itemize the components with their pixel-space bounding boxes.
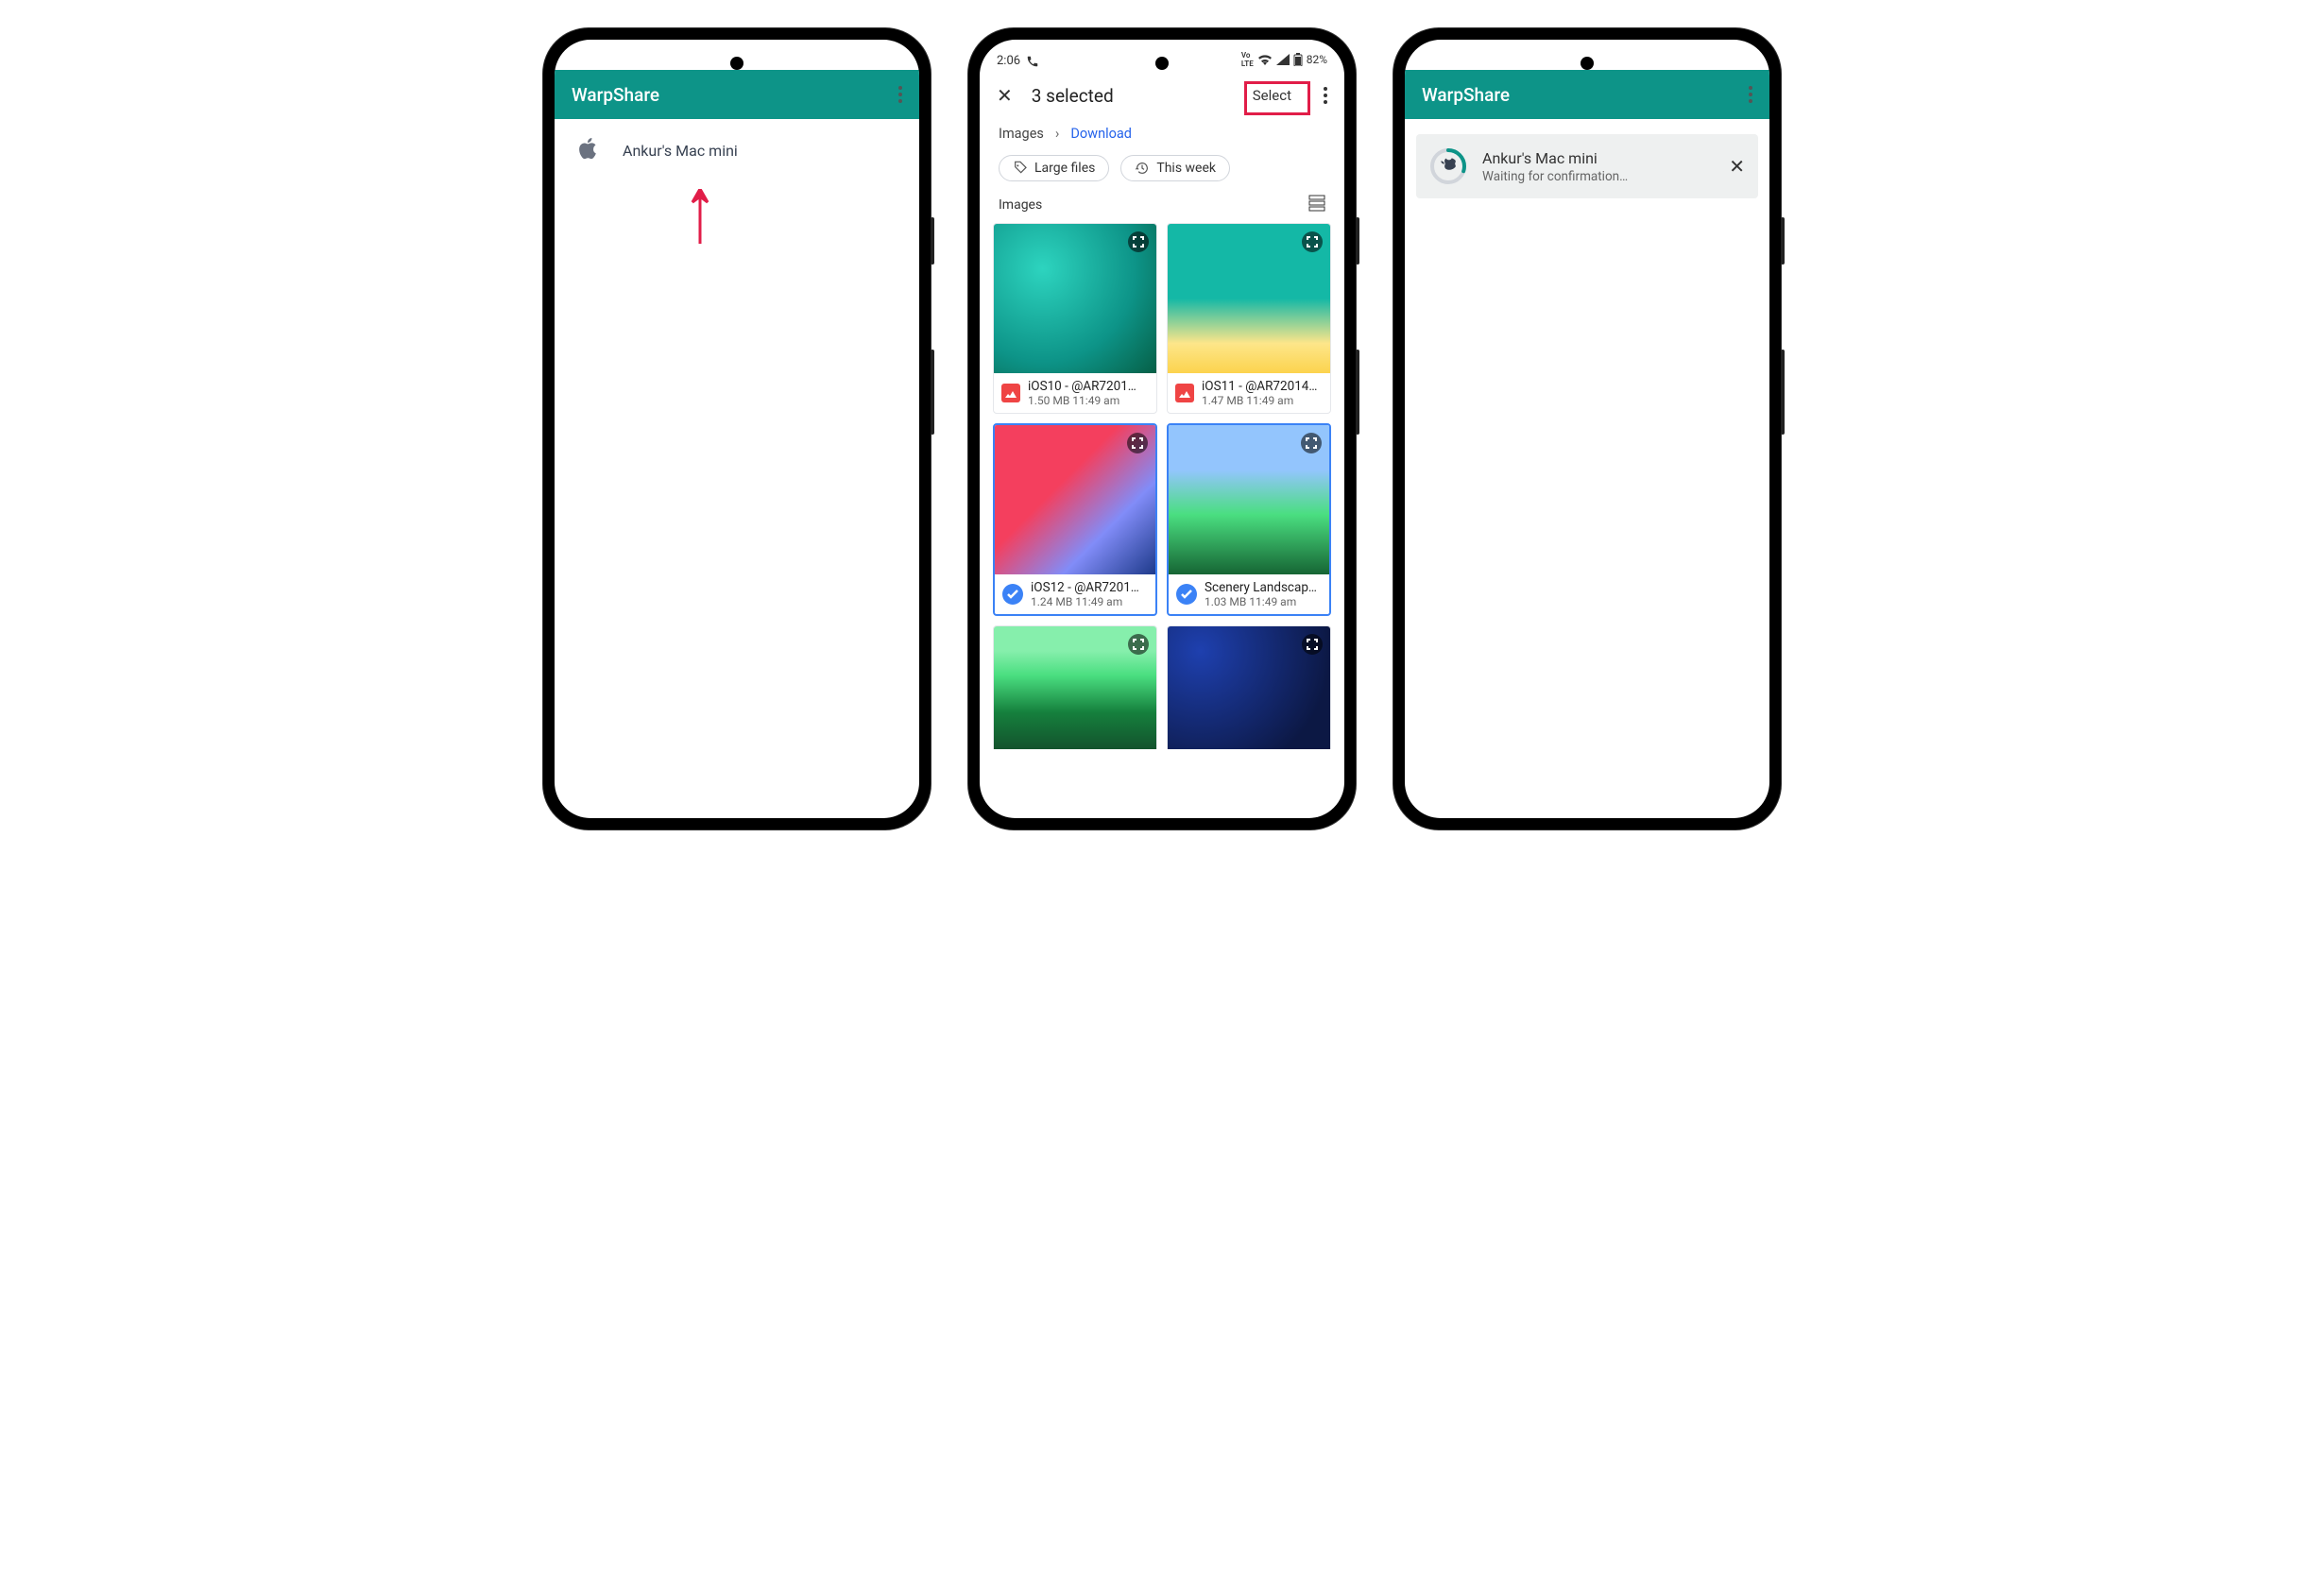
list-view-icon[interactable] <box>1308 195 1325 215</box>
signal-icon <box>1276 54 1290 65</box>
chip-label: This week <box>1156 161 1216 176</box>
file-meta: 1.24 MB 11:49 am <box>1031 595 1139 608</box>
chevron-right-icon: › <box>1055 125 1060 142</box>
transfer-device-name: Ankur's Mac mini <box>1482 149 1714 167</box>
app-title: WarpShare <box>572 84 898 106</box>
image-type-icon <box>1001 384 1020 402</box>
chip-large-files[interactable]: Large files <box>999 155 1109 181</box>
fullscreen-icon[interactable] <box>1128 231 1149 252</box>
volte-icon: VoLTE <box>1241 51 1254 68</box>
status-time: 2:06 <box>997 54 1020 68</box>
thumbnail <box>1169 425 1329 574</box>
file-name: iOS10 - @AR7201… <box>1028 379 1136 394</box>
annotation-highlight-box <box>1244 81 1310 115</box>
picker-title: 3 selected <box>1032 85 1224 107</box>
file-name: iOS11 - @AR72014… <box>1202 379 1317 394</box>
fullscreen-icon[interactable] <box>1301 433 1322 453</box>
device-row[interactable]: Ankur's Mac mini <box>555 119 919 181</box>
app-title: WarpShare <box>1422 84 1749 106</box>
image-card[interactable]: iOS10 - @AR7201… 1.50 MB 11:49 am <box>993 223 1157 414</box>
fullscreen-icon[interactable] <box>1302 634 1323 655</box>
warpshare-header: WarpShare <box>1405 70 1769 119</box>
history-icon <box>1135 161 1150 176</box>
transfer-status: Waiting for confirmation… <box>1482 169 1714 184</box>
thumbnail <box>994 626 1156 749</box>
image-type-icon <box>1175 384 1194 402</box>
phone-1: WarpShare Ankur's Mac mini <box>543 28 931 829</box>
file-name: Scenery Landscap… <box>1205 580 1317 595</box>
file-name: iOS12 - @AR7201… <box>1031 580 1139 595</box>
phone-2: 2:06 VoLTE 82% ✕ 3 selected Select Image… <box>968 28 1356 829</box>
chip-label: Large files <box>1034 161 1095 176</box>
close-icon[interactable]: ✕ <box>997 84 1013 107</box>
breadcrumb-root[interactable]: Images <box>999 126 1044 142</box>
more-icon[interactable] <box>1324 87 1327 104</box>
fullscreen-icon[interactable] <box>1127 433 1148 453</box>
image-card[interactable]: iOS11 - @AR72014… 1.47 MB 11:49 am <box>1167 223 1331 414</box>
annotation-arrow-icon <box>691 189 709 244</box>
breadcrumb: Images › Download <box>980 121 1344 151</box>
thumbnail <box>995 425 1155 574</box>
file-meta: 1.47 MB 11:49 am <box>1202 394 1317 407</box>
thumbnail <box>1168 626 1330 749</box>
thumbnail <box>1168 224 1330 373</box>
image-card-selected[interactable]: Scenery Landscap… 1.03 MB 11:49 am <box>1167 423 1331 616</box>
apple-icon <box>577 136 598 164</box>
progress-ring-icon <box>1429 147 1467 185</box>
image-card[interactable] <box>1167 625 1331 749</box>
breadcrumb-current[interactable]: Download <box>1070 126 1132 142</box>
device-name: Ankur's Mac mini <box>623 142 738 160</box>
image-card[interactable] <box>993 625 1157 749</box>
file-meta: 1.50 MB 11:49 am <box>1028 394 1136 407</box>
fullscreen-icon[interactable] <box>1302 231 1323 252</box>
call-icon <box>1026 55 1039 68</box>
warpshare-header: WarpShare <box>555 70 919 119</box>
selected-check-icon <box>1176 584 1197 605</box>
cancel-transfer-icon[interactable]: ✕ <box>1729 155 1745 178</box>
selected-check-icon <box>1002 584 1023 605</box>
more-icon[interactable] <box>1749 86 1752 103</box>
tag-icon <box>1013 161 1028 176</box>
thumbnail <box>994 224 1156 373</box>
section-label: Images <box>999 197 1042 213</box>
battery-icon <box>1293 53 1303 66</box>
image-card-selected[interactable]: iOS12 - @AR7201… 1.24 MB 11:49 am <box>993 423 1157 616</box>
fullscreen-icon[interactable] <box>1128 634 1149 655</box>
wifi-icon <box>1257 54 1273 65</box>
chip-this-week[interactable]: This week <box>1120 155 1230 181</box>
section-header: Images <box>980 193 1344 223</box>
battery-percent: 82% <box>1307 53 1327 66</box>
file-meta: 1.03 MB 11:49 am <box>1205 595 1317 608</box>
more-icon[interactable] <box>898 86 902 103</box>
phone-3: WarpShare Ankur's Mac mini Waiting for c… <box>1393 28 1781 829</box>
transfer-card: Ankur's Mac mini Waiting for confirmatio… <box>1416 134 1758 198</box>
